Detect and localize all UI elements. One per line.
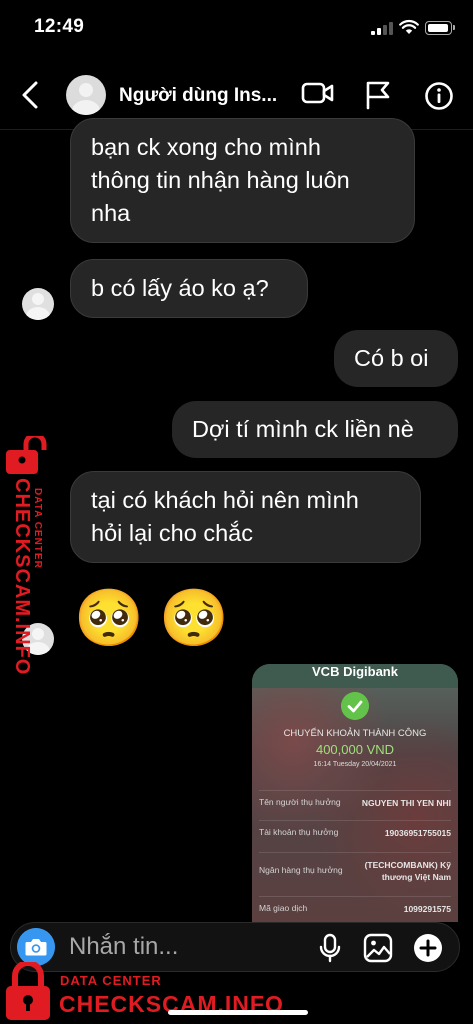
gallery-icon[interactable] (363, 933, 393, 963)
receipt-row-label: Tên người thụ hưởng (259, 797, 341, 807)
transfer-receipt-image[interactable]: VCB Digibank CHUYỂN KHOẢN THÀNH CÔNG 400… (252, 664, 458, 922)
receipt-row-value: 1099291575 (403, 904, 451, 914)
message-bubble-outgoing[interactable]: Dợi tí mình ck liền nè (172, 401, 458, 458)
microphone-icon[interactable] (318, 933, 342, 963)
status-time: 12:49 (34, 16, 85, 37)
lock-watermark-icon (6, 436, 47, 474)
message-bubble-incoming[interactable]: tại có khách hỏi nên mình hỏi lại cho ch… (70, 471, 421, 563)
status-bar: 12:49 (0, 0, 473, 58)
receipt-row-value: NGUYEN THI YEN NHI (361, 798, 451, 808)
receipt-row: Mã giao dịch 1099291575 (259, 896, 451, 922)
receipt-row: Tên người thụ hưởng NGUYEN THI YEN NHI (259, 790, 451, 820)
message-bubble-incoming[interactable]: bạn ck xong cho mình thông tin nhận hàng… (70, 118, 415, 243)
wifi-icon (399, 19, 419, 34)
watermark-sub-side: DATA CENTER (32, 488, 43, 569)
receipt-row-label: Ngân hàng thụ hưởng (259, 865, 343, 875)
success-check-icon (341, 692, 369, 720)
receipt-row-label: Tài khoản thụ hưởng (259, 827, 339, 837)
message-bubble-outgoing[interactable]: Có b oi (334, 330, 458, 387)
info-icon[interactable] (424, 81, 454, 111)
watermark-main-side: CHECKSCAM.INFO (11, 478, 33, 676)
receipt-brand: VCB Digibank (252, 664, 458, 688)
watermark-sub-bottom: DATA CENTER (60, 973, 162, 988)
receipt-amount: 400,000 VND (315, 742, 395, 757)
receipt-row-value: (TECHCOMBANK) Kỹ thương Việt Nam (364, 860, 451, 882)
battery-icon (425, 21, 455, 35)
message-bubble-incoming[interactable]: b có lấy áo ko ạ? (70, 259, 308, 318)
add-icon[interactable] (412, 932, 444, 964)
receipt-title: CHUYỂN KHOẢN THÀNH CÔNG (283, 728, 427, 739)
video-call-icon[interactable] (301, 80, 335, 106)
message-composer (10, 922, 460, 972)
receipt-row-label: Mã giao dịch (259, 903, 308, 913)
contact-avatar[interactable] (66, 75, 106, 115)
camera-button[interactable] (17, 928, 55, 966)
contact-name[interactable]: Người dùng Ins... (119, 85, 277, 107)
receipt-row: Ngân hàng thụ hưởng (TECHCOMBANK) Kỹ thư… (259, 852, 451, 896)
cellular-signal-icon (371, 22, 393, 35)
flag-icon[interactable] (364, 80, 392, 110)
emoji-message[interactable]: 🥺 🥺 (74, 588, 229, 648)
receipt-row: Tài khoản thụ hưởng 19036951755015 (259, 820, 451, 850)
receipt-datetime: 16:14 Tuesday 20/04/2021 (313, 761, 397, 768)
receipt-row-value: 19036951755015 (384, 828, 451, 838)
sender-avatar[interactable] (22, 288, 54, 320)
home-indicator[interactable] (168, 1010, 308, 1015)
back-button[interactable] (16, 78, 46, 112)
message-input[interactable] (69, 931, 259, 963)
lock-watermark-icon (6, 962, 50, 1020)
